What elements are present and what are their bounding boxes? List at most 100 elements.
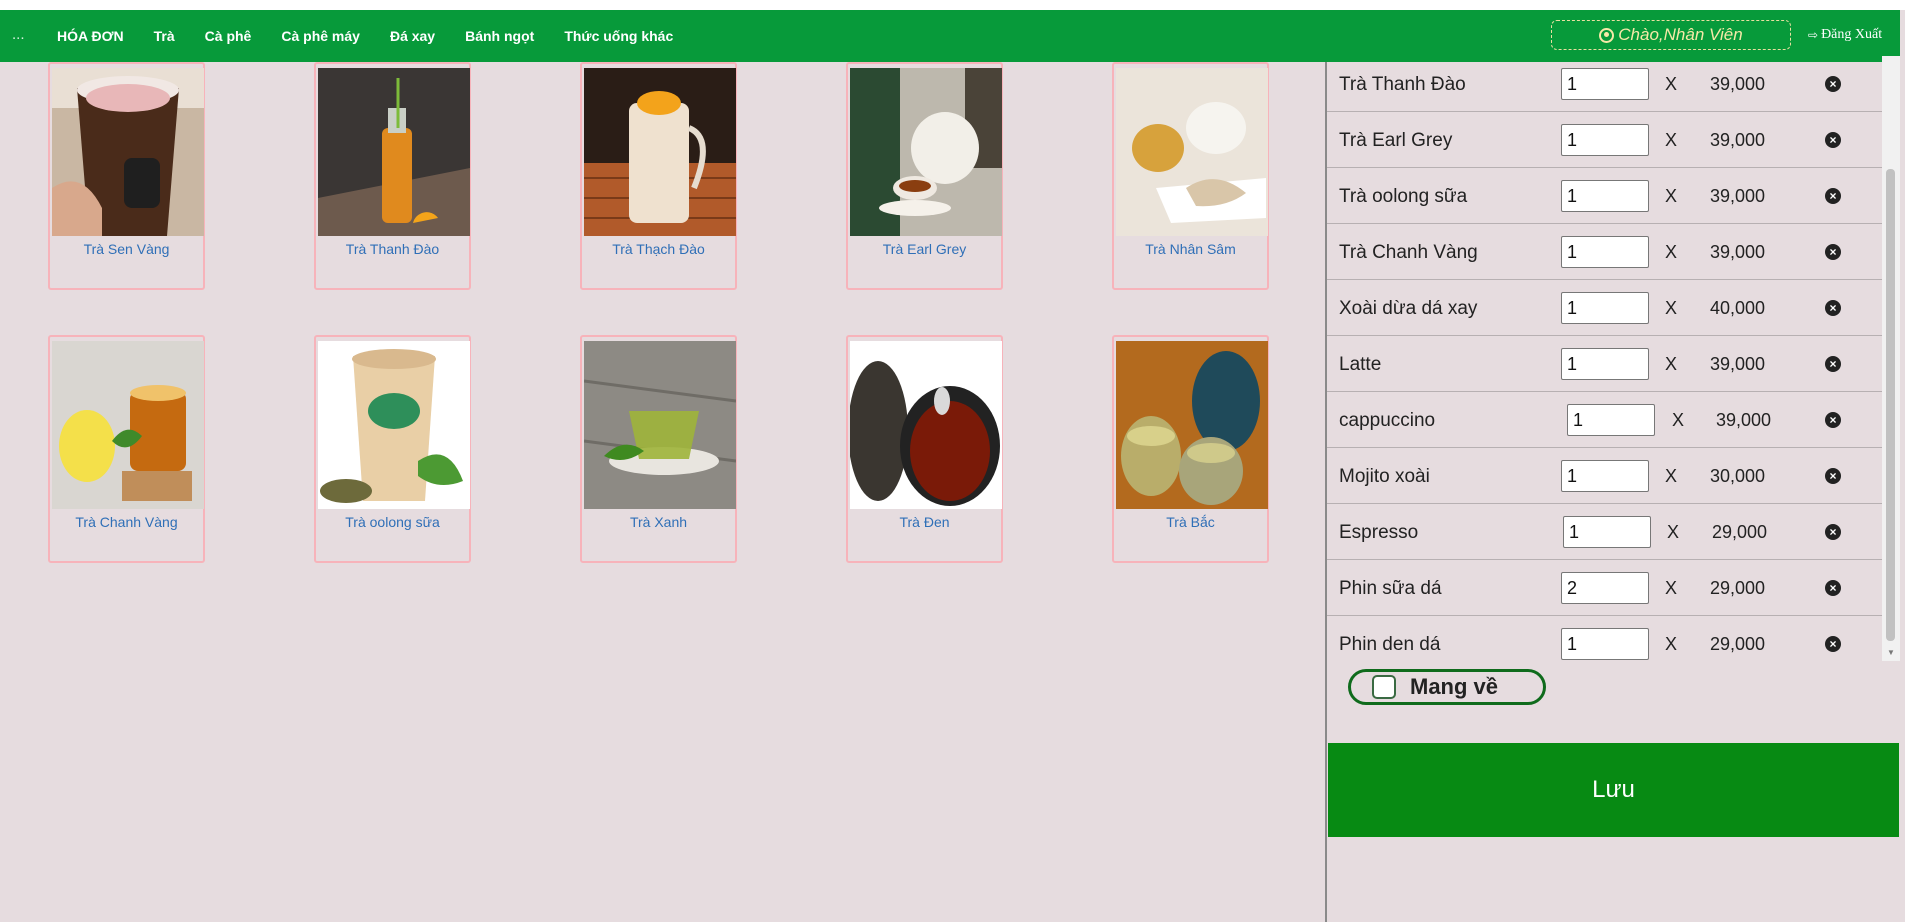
scroll-thumb[interactable] (1886, 169, 1895, 641)
multiply-sign: X (1665, 466, 1678, 486)
order-row: Xoài dừa dá xay X 40,000 × (1327, 280, 1882, 336)
black-tea-photo (850, 341, 1002, 509)
product-card[interactable]: Trà Chanh Vàng (48, 335, 205, 563)
remove-circle-icon[interactable]: × (1825, 524, 1841, 540)
item-price: 39,000 (1716, 410, 1772, 430)
order-item-name: Mojito xoài (1339, 466, 1430, 487)
quantity-input[interactable] (1567, 404, 1655, 436)
greeting-text: Chào,Nhân Viên (1618, 25, 1743, 44)
item-price: 29,000 (1712, 522, 1768, 542)
jar-tea-photo (584, 68, 736, 236)
product-card[interactable]: Trà Thạch Đào (580, 62, 737, 290)
multiply-sign: X (1665, 186, 1678, 206)
product-name[interactable]: Trà Nhân Sâm (1114, 241, 1267, 257)
order-row: cappuccino X 39,000 × (1327, 392, 1882, 448)
multiply-sign: X (1665, 74, 1678, 94)
item-price: 39,000 (1710, 130, 1766, 150)
remove-circle-icon[interactable]: × (1825, 580, 1841, 596)
multiply-sign: X (1667, 522, 1680, 542)
order-row: Trà Earl Grey X 39,000 × (1327, 112, 1882, 168)
menu-dots-button[interactable]: ... (12, 26, 25, 43)
order-item-name: Trà Earl Grey (1339, 130, 1453, 151)
remove-circle-icon[interactable]: × (1825, 356, 1841, 372)
quantity-input[interactable] (1561, 236, 1649, 268)
order-row: Trà oolong sữa X 39,000 × (1327, 168, 1882, 224)
nav-item-da-xay[interactable]: Đá xay (390, 28, 435, 44)
order-item-name: Trà Thanh Đào (1339, 74, 1466, 95)
product-card[interactable]: Trà Xanh (580, 335, 737, 563)
save-button[interactable]: Lưu (1328, 743, 1899, 837)
product-name[interactable]: Trà Earl Grey (848, 241, 1001, 257)
product-card[interactable]: Trà Bắc (1112, 335, 1269, 563)
multiply-sign: X (1672, 410, 1685, 430)
order-row: Latte X 39,000 × (1327, 336, 1882, 392)
product-name[interactable]: Trà Đen (848, 514, 1001, 530)
nav-item-banh-ngot[interactable]: Bánh ngọt (465, 28, 534, 44)
sign-out-icon: ⇨ (1808, 27, 1819, 42)
lemon-tea-photo (52, 341, 204, 509)
item-price: 39,000 (1710, 242, 1766, 262)
quantity-input[interactable] (1561, 124, 1649, 156)
nav-item-hoa-don[interactable]: HÓA ĐƠN (57, 28, 124, 44)
item-price: 29,000 (1710, 578, 1766, 598)
bottle-tea-photo (318, 68, 470, 236)
nav-item-tra[interactable]: Trà (154, 28, 175, 44)
quantity-input[interactable] (1561, 180, 1649, 212)
product-name[interactable]: Trà oolong sữa (316, 514, 469, 530)
product-name[interactable]: Trà Bắc (1114, 514, 1267, 530)
quantity-input[interactable] (1561, 572, 1649, 604)
product-card[interactable]: Trà oolong sữa (314, 335, 471, 563)
remove-circle-icon[interactable]: × (1825, 412, 1841, 428)
order-item-name: Trà Chanh Vàng (1339, 242, 1478, 263)
nav-item-thuc-uong-khac[interactable]: Thức uống khác (564, 28, 673, 44)
nav-item-ca-phe[interactable]: Cà phê (205, 28, 252, 44)
order-row: Mojito xoài X 30,000 × (1327, 448, 1882, 504)
order-item-name: cappuccino (1339, 410, 1436, 431)
product-name[interactable]: Trà Chanh Vàng (50, 514, 203, 530)
product-card[interactable]: Trà Đen (846, 335, 1003, 563)
order-row: Phin sữa dá X 29,000 × (1327, 560, 1882, 616)
ginseng-tea-photo (1116, 68, 1268, 236)
quantity-input[interactable] (1561, 628, 1649, 660)
quantity-input[interactable] (1563, 516, 1651, 548)
logout-link[interactable]: ⇨ Đăng Xuất (1808, 27, 1882, 43)
product-name[interactable]: Trà Xanh (582, 514, 735, 530)
navbar: ... HÓA ĐƠN Trà Cà phê Cà phê máy Đá xay… (0, 10, 1900, 62)
product-name[interactable]: Trà Thạch Đào (582, 241, 735, 257)
item-price: 29,000 (1710, 634, 1766, 654)
takeaway-toggle[interactable]: Mang về (1348, 669, 1546, 705)
product-card[interactable]: Trà Nhân Sâm (1112, 62, 1269, 290)
scroll-down-arrow-icon[interactable]: ▼ (1887, 648, 1895, 657)
product-card[interactable]: Trà Earl Grey (846, 62, 1003, 290)
multiply-sign: X (1665, 298, 1678, 318)
takeaway-checkbox[interactable] (1372, 675, 1396, 699)
order-item-name: Phin den dá (1339, 634, 1441, 655)
order-item-name: Trà oolong sữa (1339, 186, 1468, 207)
quantity-input[interactable] (1561, 348, 1649, 380)
quantity-input[interactable] (1561, 460, 1649, 492)
item-price: 40,000 (1710, 298, 1766, 318)
remove-circle-icon[interactable]: × (1825, 132, 1841, 148)
quantity-input[interactable] (1561, 292, 1649, 324)
user-circle-icon (1599, 27, 1615, 43)
multiply-sign: X (1665, 578, 1678, 598)
order-item-name: Latte (1339, 354, 1382, 375)
product-card[interactable]: Trà Sen Vàng (48, 62, 205, 290)
milk-tea-cup-photo (52, 68, 204, 236)
remove-circle-icon[interactable]: × (1825, 636, 1841, 652)
nav-menu: HÓA ĐƠN Trà Cà phê Cà phê máy Đá xay Bán… (57, 10, 703, 62)
remove-circle-icon[interactable]: × (1825, 468, 1841, 484)
remove-circle-icon[interactable]: × (1825, 300, 1841, 316)
quantity-input[interactable] (1561, 68, 1649, 100)
nav-item-ca-phe-may[interactable]: Cà phê máy (281, 28, 360, 44)
remove-circle-icon[interactable]: × (1825, 244, 1841, 260)
product-name[interactable]: Trà Thanh Đào (316, 241, 469, 257)
remove-circle-icon[interactable]: × (1825, 188, 1841, 204)
remove-circle-icon[interactable]: × (1825, 76, 1841, 92)
user-greeting[interactable]: Chào,Nhân Viên (1551, 20, 1791, 50)
product-name[interactable]: Trà Sen Vàng (50, 241, 203, 257)
item-price: 39,000 (1710, 354, 1766, 374)
multiply-sign: X (1665, 130, 1678, 150)
order-list-scrollbar[interactable]: ▼ (1882, 56, 1900, 661)
product-card[interactable]: Trà Thanh Đào (314, 62, 471, 290)
